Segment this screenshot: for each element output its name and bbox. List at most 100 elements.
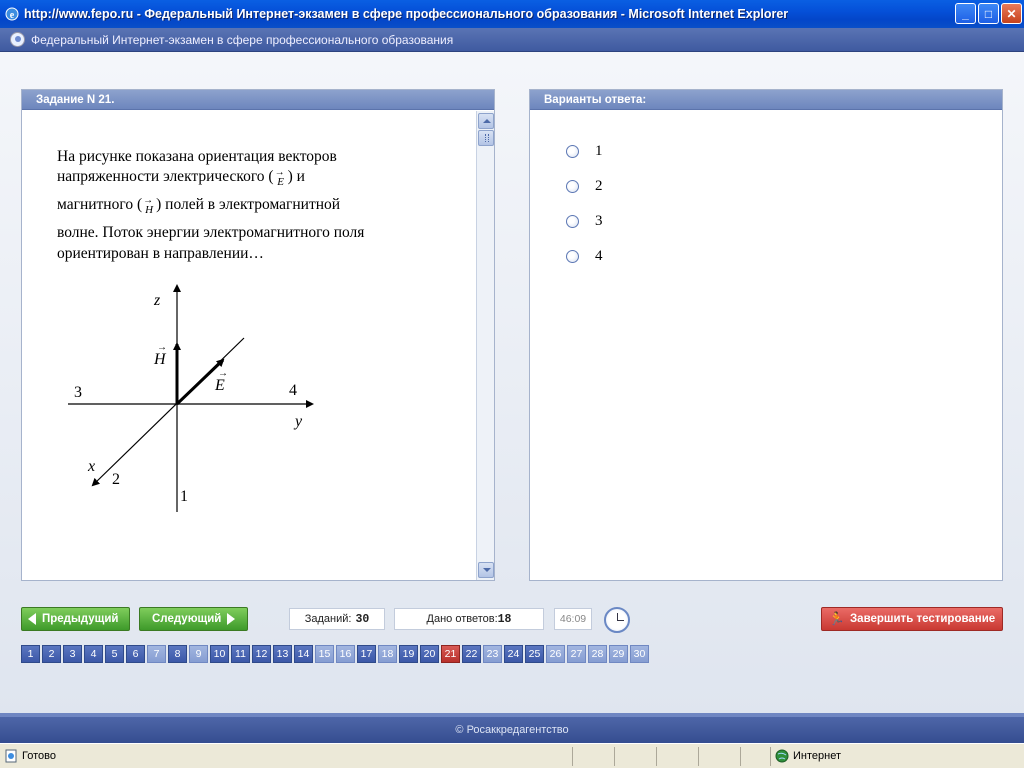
main-area: Задание N 21. На рисунке показана ориент… (0, 52, 1024, 717)
tasks-count-box: Заданий: 30 (289, 608, 385, 630)
page-number-button[interactable]: 22 (462, 645, 481, 663)
page-number-button[interactable]: 11 (231, 645, 250, 663)
page-number-button[interactable]: 23 (483, 645, 502, 663)
status-bar: Готово Интернет (0, 743, 1024, 768)
axis-label-z: z (153, 292, 161, 309)
radio-button[interactable] (566, 145, 579, 158)
page-number-button[interactable]: 1 (21, 645, 40, 663)
radio-button[interactable] (566, 250, 579, 263)
answer-label[interactable]: 3 (595, 213, 603, 230)
page-number-button[interactable]: 4 (84, 645, 103, 663)
answer-option[interactable]: 3 (566, 213, 603, 230)
minimize-button[interactable]: _ (955, 3, 976, 24)
question-pager: 1 2 3 4 5 6 7 8 9 10 11 12 13 14 15 16 17 18 19 20 21 22 23 24 2… (21, 645, 649, 663)
app-footer: © Росаккредагентство (0, 717, 1024, 743)
globe-icon (775, 749, 789, 763)
finish-label: Завершить тестирование (849, 613, 996, 625)
close-button[interactable]: ✕ (1001, 3, 1022, 24)
direction-label-3: 3 (74, 384, 82, 401)
status-segment (614, 746, 656, 766)
finish-test-button[interactable]: 🏃 Завершить тестирование (821, 607, 1003, 631)
answer-option[interactable]: 2 (566, 178, 603, 195)
scroll-thumb[interactable] (478, 130, 494, 146)
answer-option[interactable]: 4 (566, 248, 603, 265)
vector-arrow: → (143, 195, 154, 207)
question-text: На рисунке показана ориентация векторов … (57, 147, 437, 264)
page-number-button[interactable]: 7 (147, 645, 166, 663)
question-fragment: напряженности электрического ( (57, 168, 274, 186)
page-number-button[interactable]: 16 (336, 645, 355, 663)
previous-label: Предыдущий (42, 613, 119, 625)
previous-button[interactable]: Предыдущий (21, 607, 130, 631)
clock-icon (604, 607, 630, 633)
arrow-right-icon (227, 613, 236, 625)
page-number-button[interactable]: 14 (294, 645, 313, 663)
vector-arrow: → (274, 167, 285, 179)
answer-label[interactable]: 2 (595, 178, 603, 195)
question-line: магнитного (→ H) полей в электромагнитной (57, 195, 437, 217)
maximize-button[interactable]: □ (978, 3, 999, 24)
page-icon (5, 749, 17, 763)
next-button[interactable]: Следующий (139, 607, 248, 631)
answer-option[interactable]: 1 (566, 143, 603, 160)
app-header-title: Федеральный Интернет-экзамен в сфере про… (31, 32, 454, 47)
page-number-button[interactable]: 19 (399, 645, 418, 663)
page-number-button[interactable]: 24 (504, 645, 523, 663)
answers-panel-title: Варианты ответа: (530, 90, 1002, 110)
app-header: Федеральный Интернет-экзамен в сфере про… (0, 28, 1024, 52)
status-segment (740, 746, 770, 766)
page-number-button[interactable]: 5 (105, 645, 124, 663)
vector-diagram: z y x H E → → 1 2 3 4 (68, 284, 314, 512)
page-number-button[interactable]: 9 (189, 645, 208, 663)
page-number-button[interactable]: 3 (63, 645, 82, 663)
scroll-down-icon[interactable] (478, 562, 494, 578)
page-number-button[interactable]: 26 (546, 645, 565, 663)
page-number-button[interactable]: 18 (378, 645, 397, 663)
task-scrollbar[interactable] (476, 111, 494, 580)
page-number-button[interactable]: 6 (126, 645, 145, 663)
direction-label-1: 1 (180, 488, 188, 505)
internet-explorer-icon: e (5, 7, 19, 21)
vector-h-symbol: → H (142, 195, 156, 217)
page-number-button[interactable]: 25 (525, 645, 544, 663)
scroll-up-icon[interactable] (478, 113, 494, 129)
answer-label[interactable]: 4 (595, 248, 603, 265)
page-number-button[interactable]: 17 (357, 645, 376, 663)
direction-label-2: 2 (112, 471, 120, 488)
question-fragment: магнитного ( (57, 196, 143, 214)
status-segment (656, 746, 698, 766)
page-number-button[interactable]: 8 (168, 645, 187, 663)
vector-e-symbol: → E (274, 167, 288, 189)
answered-count-box: Дано ответов: 18 (394, 608, 544, 630)
page-number-button[interactable]: 27 (567, 645, 586, 663)
page-number-button[interactable]: 12 (252, 645, 271, 663)
page-number-button[interactable]: 13 (273, 645, 292, 663)
page-number-button[interactable]: 29 (609, 645, 628, 663)
direction-label-4: 4 (289, 382, 297, 399)
radio-button[interactable] (566, 180, 579, 193)
timer-display: 46:09 (554, 608, 592, 630)
task-panel: Задание N 21. На рисунке показана ориент… (21, 89, 495, 581)
page-number-button[interactable]: 21 (441, 645, 460, 663)
axis-label-y: y (293, 413, 303, 430)
task-panel-title: Задание N 21. (22, 90, 494, 110)
page-number-button[interactable]: 15 (315, 645, 334, 663)
page-number-button[interactable]: 2 (42, 645, 61, 663)
page-number-button[interactable]: 30 (630, 645, 649, 663)
question-fragment: ) и (287, 168, 305, 186)
question-fragment: ) полей в электромагнитной (156, 196, 341, 214)
page-number-button[interactable]: 10 (210, 645, 229, 663)
running-man-icon: 🏃 (828, 611, 845, 626)
page-number-button[interactable]: 20 (420, 645, 439, 663)
page-number-button[interactable]: 28 (588, 645, 607, 663)
zone-text: Интернет (793, 750, 841, 762)
answered-label: Дано ответов: (426, 613, 498, 625)
security-zone: Интернет (770, 746, 983, 766)
status-text: Готово (22, 750, 56, 762)
radio-button[interactable] (566, 215, 579, 228)
arrow-left-icon (28, 613, 36, 625)
question-line: ориентирован в направлении… (57, 244, 264, 262)
window-title: http://www.fepo.ru - Федеральный Интерне… (24, 7, 789, 21)
answer-label[interactable]: 1 (595, 143, 603, 160)
window-title-bar[interactable]: e http://www.fepo.ru - Федеральный Интер… (0, 0, 1024, 28)
